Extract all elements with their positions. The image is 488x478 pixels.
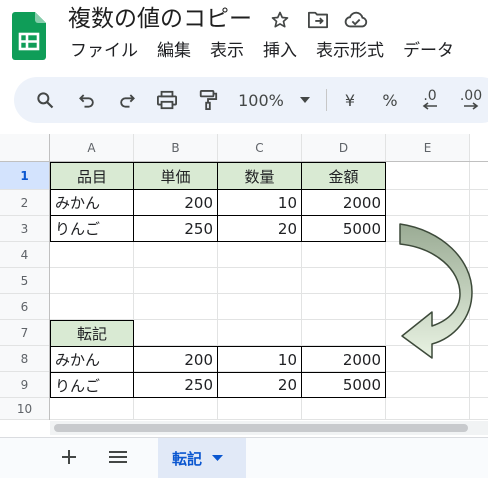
sheet-tab-label: 転記 <box>172 449 203 468</box>
cell-d9[interactable]: 5000 <box>301 372 386 398</box>
menu-data[interactable]: データ <box>403 38 454 64</box>
column-header-b[interactable]: B <box>134 134 217 161</box>
cell-d1[interactable]: 金額 <box>301 162 386 190</box>
row-header-8[interactable]: 8 <box>0 346 49 371</box>
row-header-5[interactable]: 5 <box>0 268 49 293</box>
add-sheet-icon[interactable] <box>58 446 80 468</box>
cell-a8[interactable]: みかん <box>50 346 134 373</box>
cell-d2[interactable]: 2000 <box>301 189 386 216</box>
sheet-tab-bar: 転記 <box>0 437 488 478</box>
cell-c1[interactable]: 数量 <box>217 162 302 190</box>
increase-decimal-label: .00 <box>459 88 483 104</box>
search-icon[interactable] <box>32 77 58 123</box>
cell-b9[interactable]: 250 <box>133 372 218 398</box>
zoom-dropdown-icon[interactable] <box>296 77 314 123</box>
arrow-right-icon <box>464 102 479 110</box>
cell-a9[interactable]: りんご <box>50 372 134 398</box>
row-header-1[interactable]: 1 <box>0 162 49 189</box>
cell-c9[interactable]: 20 <box>217 372 302 398</box>
cell-a2[interactable]: みかん <box>50 189 134 216</box>
cell-d8[interactable]: 2000 <box>301 346 386 373</box>
decrease-decimal-label: .0 <box>423 88 437 104</box>
menu-format[interactable]: 表示形式 <box>316 38 384 64</box>
zoom-value[interactable]: 100% <box>236 77 286 123</box>
select-all-corner[interactable] <box>0 134 49 161</box>
menu-bar: ファイル 編集 表示 挿入 表示形式 データ <box>70 38 454 64</box>
row-header-7[interactable]: 7 <box>0 320 49 345</box>
row-header-2[interactable]: 2 <box>0 190 49 215</box>
cell-a3[interactable]: りんご <box>50 215 134 242</box>
star-icon[interactable] <box>268 8 292 32</box>
menu-view[interactable]: 表示 <box>210 38 244 64</box>
row-header-9[interactable]: 9 <box>0 372 49 397</box>
decrease-decimal-button[interactable]: .0 <box>416 77 444 123</box>
menu-file[interactable]: ファイル <box>70 38 138 64</box>
increase-decimal-button[interactable]: .00 <box>454 77 488 123</box>
cell-b3[interactable]: 250 <box>133 215 218 242</box>
menu-insert[interactable]: 挿入 <box>263 38 297 64</box>
sheet-tab-active[interactable]: 転記 <box>158 438 246 478</box>
cell-a1[interactable]: 品目 <box>50 162 134 190</box>
column-header-d[interactable]: D <box>302 134 385 161</box>
column-header-c[interactable]: C <box>218 134 301 161</box>
cell-b8[interactable]: 200 <box>133 346 218 373</box>
cell-b1[interactable]: 単価 <box>133 162 218 190</box>
row-header-3[interactable]: 3 <box>0 216 49 241</box>
sheets-logo-icon[interactable] <box>12 12 46 60</box>
undo-icon[interactable] <box>74 77 100 123</box>
column-header-a[interactable]: A <box>50 134 133 161</box>
sheet-tab-dropdown-icon[interactable] <box>212 454 224 462</box>
toolbar: 100% ¥ % .0 .00 <box>14 77 488 123</box>
cell-b2[interactable]: 200 <box>133 189 218 216</box>
document-title[interactable]: 複数の値のコピー <box>68 4 252 34</box>
toolbar-divider <box>326 89 327 111</box>
row-header-6[interactable]: 6 <box>0 294 49 319</box>
paint-format-icon[interactable] <box>194 77 222 123</box>
percent-format-button[interactable]: % <box>378 77 402 123</box>
print-icon[interactable] <box>153 77 181 123</box>
column-header-e[interactable]: E <box>386 134 469 161</box>
menu-edit[interactable]: 編集 <box>157 38 191 64</box>
cell-d3[interactable]: 5000 <box>301 215 386 242</box>
curved-arrow-drawing[interactable] <box>392 220 482 368</box>
move-folder-icon[interactable] <box>306 8 330 32</box>
cloud-status-icon[interactable] <box>344 8 368 32</box>
cell-a7[interactable]: 転記 <box>50 320 134 347</box>
cell-c2[interactable]: 10 <box>217 189 302 216</box>
cell-c8[interactable]: 10 <box>217 346 302 373</box>
arrow-left-icon <box>422 102 437 110</box>
all-sheets-menu-icon[interactable] <box>106 446 130 468</box>
cell-c3[interactable]: 20 <box>217 215 302 242</box>
scrollbar-thumb[interactable] <box>54 424 468 432</box>
row-header-10[interactable]: 10 <box>0 398 49 419</box>
redo-icon[interactable] <box>114 77 140 123</box>
row-header-4[interactable]: 4 <box>0 242 49 267</box>
currency-format-button[interactable]: ¥ <box>338 77 362 123</box>
